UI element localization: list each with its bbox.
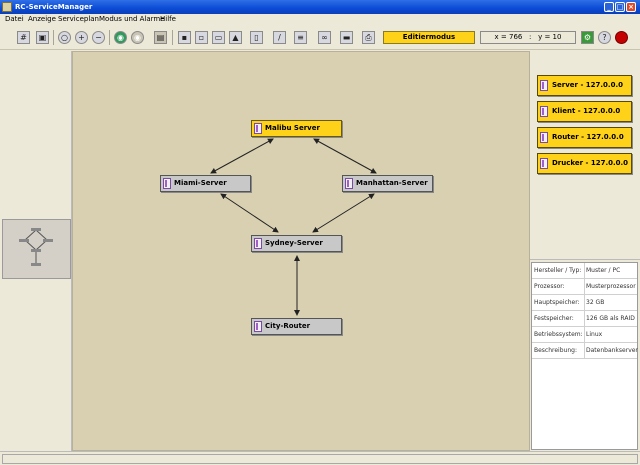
table-row: Festspeicher: 126 GB als RAID	[532, 311, 637, 327]
router-icon	[254, 321, 262, 332]
edit-icon[interactable]: /	[273, 31, 286, 44]
help-icon[interactable]: ?	[598, 31, 611, 44]
legend-printer[interactable]: Drucker - 127.0.0.0	[537, 153, 632, 174]
title-bar: RC-ServiceManager _ □ ×	[0, 0, 640, 14]
connection-lines	[210, 138, 377, 316]
edge-malibu-manhattan	[313, 138, 377, 174]
node-manhattan-server[interactable]: Manhattan-Server	[342, 175, 433, 192]
network-canvas[interactable]: Malibu Server Miami-Server Manhattan-Ser…	[72, 51, 530, 451]
window-title: RC-ServiceManager	[15, 3, 93, 11]
server-icon	[540, 80, 548, 91]
maximize-button[interactable]: □	[615, 2, 625, 12]
menu-serviceplan[interactable]: Serviceplan	[58, 15, 99, 24]
node-city-router[interactable]: City-Router	[251, 318, 342, 335]
globe-icon[interactable]: ◉	[114, 31, 127, 44]
table-row: Betriebssystem: Linux	[532, 327, 637, 343]
save-as-icon[interactable]: ▫	[195, 31, 208, 44]
grid-icon[interactable]: #	[17, 31, 30, 44]
server-icon	[254, 238, 262, 249]
app-icon	[2, 2, 12, 12]
monitor-icon[interactable]: ▬	[340, 31, 353, 44]
status-bar	[0, 451, 640, 465]
zoom-icon[interactable]: ○	[58, 31, 71, 44]
connect-icon[interactable]: ∞	[318, 31, 331, 44]
server-icon	[345, 178, 353, 189]
zoom-in-icon[interactable]: +	[75, 31, 88, 44]
edge-miami-sydney	[220, 193, 279, 233]
network-globe-icon[interactable]: ◉	[131, 31, 144, 44]
menu-anzeige[interactable]: Anzeige	[28, 15, 56, 24]
properties-table: Hersteller / Typ: Muster / PC Prozessor: M…	[531, 262, 638, 450]
table-row: Hersteller / Typ: Muster / PC	[532, 263, 637, 279]
printer-icon	[540, 158, 548, 169]
table-row: Beschreibung: Datenbankserver	[532, 343, 638, 359]
zoom-out-icon[interactable]: −	[92, 31, 105, 44]
stop-icon[interactable]	[615, 31, 628, 44]
menu-modus-und-alarme[interactable]: Modus und Alarme	[99, 15, 165, 24]
legend-client[interactable]: Klient - 127.0.0.0	[537, 101, 632, 122]
router-icon	[540, 132, 548, 143]
clipboard-icon[interactable]: ▤	[154, 31, 167, 44]
open-folder-icon[interactable]: ▭	[212, 31, 225, 44]
x-value: 766	[508, 33, 523, 41]
list-icon[interactable]: ≡	[294, 31, 307, 44]
edge-malibu-miami	[210, 138, 274, 174]
menu-bar: Datei Anzeige Serviceplan Modus und Alar…	[0, 14, 640, 25]
print-icon[interactable]: ⎙	[362, 31, 375, 44]
node-miami-server[interactable]: Miami-Server	[160, 175, 251, 192]
save-icon[interactable]: ▪	[178, 31, 191, 44]
coordinate-readout: x = 766 : y = 10	[480, 31, 576, 44]
table-row: Hauptspeicher: 32 GB	[532, 295, 637, 311]
legend-router[interactable]: Router - 127.0.0.0	[537, 127, 632, 148]
settings-icon[interactable]: ⚙	[581, 31, 594, 44]
menu-datei[interactable]: Datei	[5, 15, 24, 24]
y-value: 10	[552, 33, 562, 41]
delete-icon[interactable]: ▯	[250, 31, 263, 44]
fit-view-icon[interactable]: ▣	[36, 31, 49, 44]
legend-server[interactable]: Server - 127.0.0.0	[537, 75, 632, 96]
overview-preview[interactable]	[2, 219, 71, 279]
mode-indicator: Editiermodus	[383, 31, 475, 44]
node-malibu-server[interactable]: Malibu Server	[251, 120, 342, 137]
server-icon	[254, 123, 262, 134]
client-icon	[540, 106, 548, 117]
edge-manhattan-sydney	[312, 193, 375, 233]
upload-icon[interactable]: ▲	[229, 31, 242, 44]
close-button[interactable]: ×	[626, 2, 636, 12]
overview-map-icon	[19, 228, 53, 266]
menu-hilfe[interactable]: Hilfe	[160, 15, 176, 24]
server-icon	[163, 178, 171, 189]
table-row: Prozessor: Musterprozessor	[532, 279, 637, 295]
node-sydney-server[interactable]: Sydney-Server	[251, 235, 342, 252]
minimize-button[interactable]: _	[604, 2, 614, 12]
status-field	[2, 454, 638, 464]
